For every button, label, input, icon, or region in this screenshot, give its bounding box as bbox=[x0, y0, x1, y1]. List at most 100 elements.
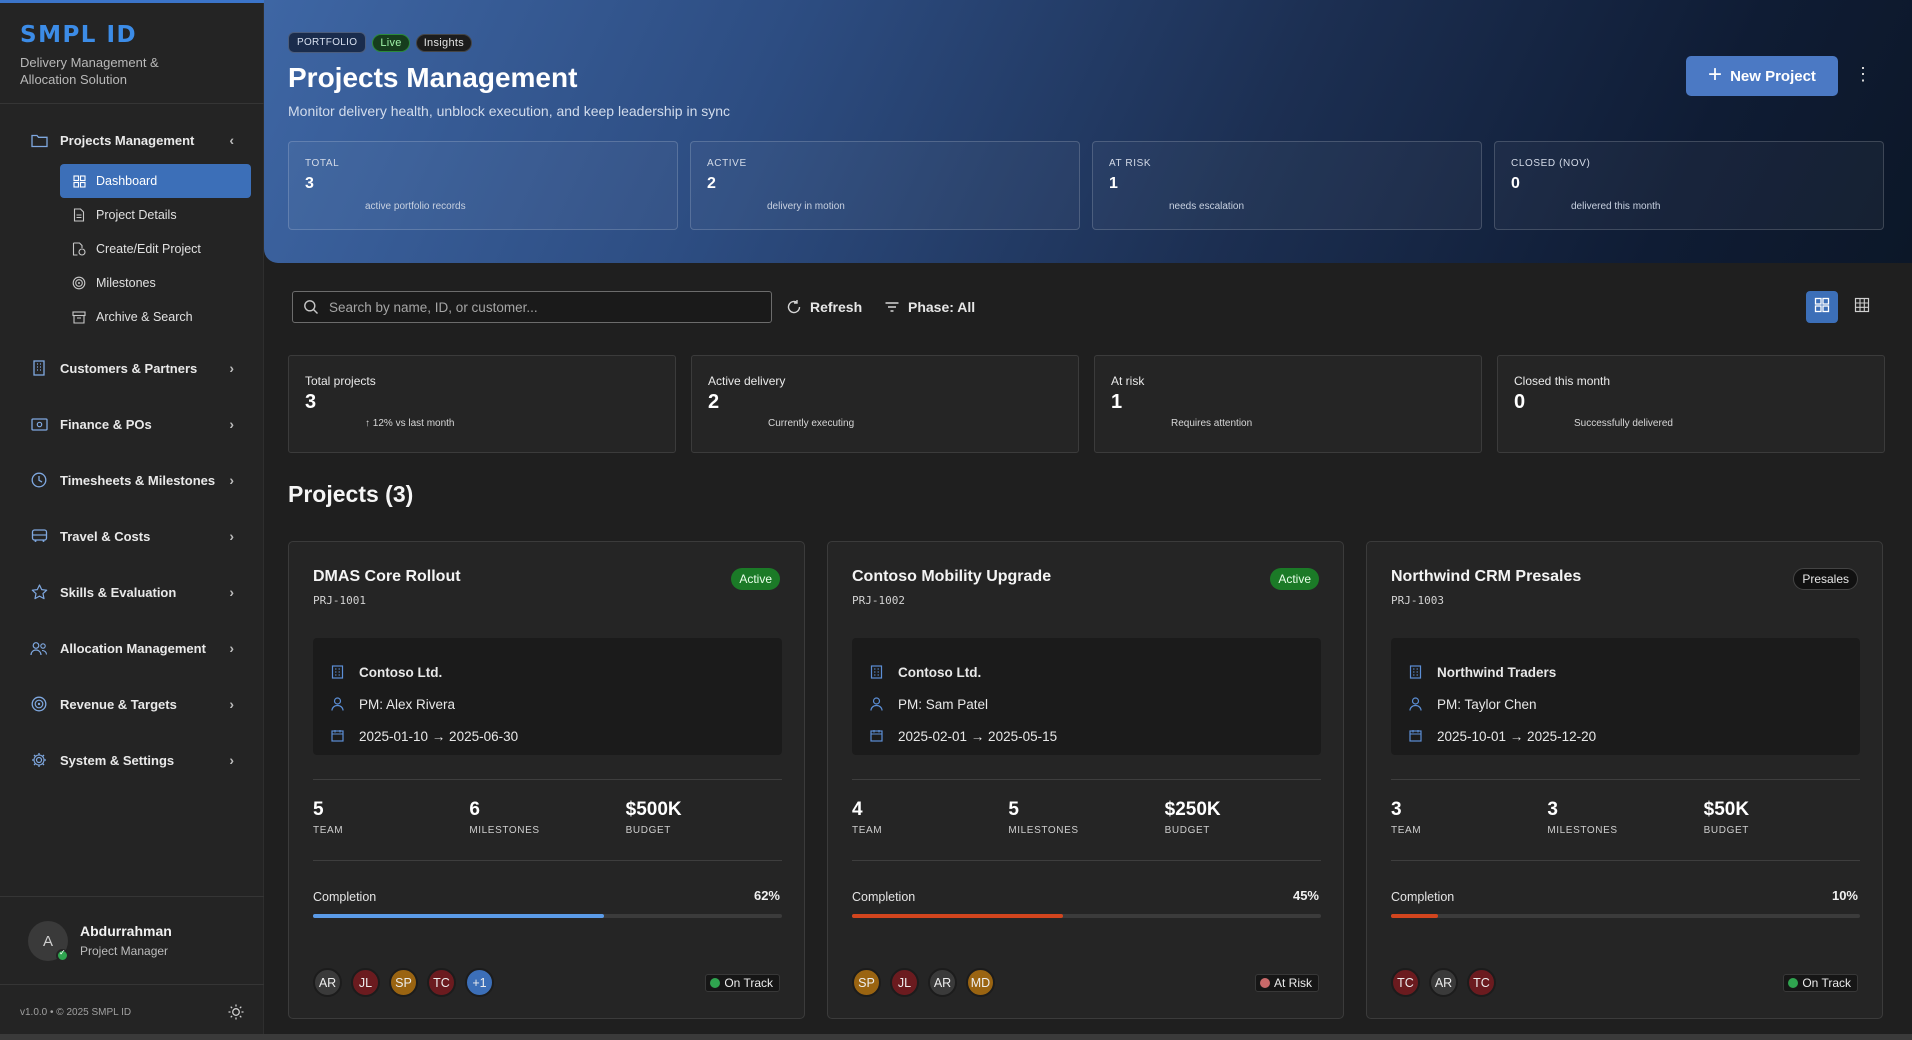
sidebar-item-revenue-targets[interactable]: Revenue & Targets › bbox=[0, 676, 264, 732]
search-box[interactable] bbox=[292, 291, 772, 323]
milestones-stat: 3 MILESTONES bbox=[1547, 799, 1703, 836]
project-stats: 4 TEAM 5 MILESTONES $250K BUDGET bbox=[852, 799, 1321, 836]
sidebar-subitem-project-details[interactable]: Project Details bbox=[60, 198, 251, 232]
team-member-avatar[interactable]: AR bbox=[928, 968, 957, 997]
cash-icon bbox=[30, 415, 48, 433]
sidebar-subitem-archive-search[interactable]: Archive & Search bbox=[60, 300, 251, 334]
team-member-avatar[interactable]: SP bbox=[389, 968, 418, 997]
summary-value: 2 bbox=[708, 391, 720, 413]
customer-row: Contoso Ltd. bbox=[331, 656, 764, 688]
summary-value: 0 bbox=[1514, 391, 1526, 413]
live-chip: Live bbox=[372, 33, 410, 52]
search-icon bbox=[303, 299, 319, 315]
project-manager: PM: Taylor Chen bbox=[1437, 696, 1537, 712]
project-name[interactable]: Contoso Mobility Upgrade bbox=[852, 568, 1051, 586]
milestones-count: 6 bbox=[469, 799, 480, 820]
team-member-avatar[interactable]: TC bbox=[427, 968, 456, 997]
health-label: On Track bbox=[1802, 976, 1851, 990]
team-avatars: AR JL SP TC +1 bbox=[313, 968, 494, 997]
project-manager: PM: Sam Patel bbox=[898, 696, 989, 712]
chevron-right-icon: › bbox=[229, 528, 234, 544]
sidebar-item-system-settings[interactable]: System & Settings › bbox=[0, 732, 264, 788]
person-icon bbox=[331, 697, 345, 711]
project-card[interactable]: Contoso Mobility Upgrade PRJ-1002 Active… bbox=[827, 541, 1344, 1019]
sidebar-item-label: Travel & Costs bbox=[60, 528, 151, 544]
sidebar-item-finance-pos[interactable]: Finance & POs › bbox=[0, 396, 264, 452]
team-count: 4 bbox=[852, 799, 863, 820]
sidebar-subitem-milestones[interactable]: Milestones bbox=[60, 266, 251, 300]
summary-sub: Currently executing bbox=[768, 418, 855, 429]
building-icon bbox=[30, 359, 48, 377]
completion-percent: 62% bbox=[753, 888, 780, 903]
project-card[interactable]: DMAS Core Rollout PRJ-1001 Active Contos… bbox=[288, 541, 805, 1019]
team-member-avatar[interactable]: TC bbox=[1467, 968, 1496, 997]
chevron-right-icon: › bbox=[229, 472, 234, 488]
summary-value: 1 bbox=[1111, 391, 1123, 413]
projects-submenu: Dashboard Project Details Create/Edit Pr… bbox=[0, 164, 264, 334]
sidebar-item-projects-management[interactable]: Projects Management ‹ bbox=[0, 120, 264, 160]
more-options-icon[interactable]: ⋮ bbox=[1854, 64, 1872, 86]
sidebar-item-allocation-management[interactable]: Allocation Management › bbox=[0, 620, 264, 676]
health-label: On Track bbox=[724, 976, 773, 990]
milestones-count: 3 bbox=[1547, 799, 1558, 820]
archive-icon bbox=[72, 310, 86, 324]
summary-sub: Successfully delivered bbox=[1574, 418, 1673, 429]
user-profile[interactable]: A Abdurrahman Project Manager bbox=[0, 896, 264, 984]
team-member-avatar[interactable]: AR bbox=[313, 968, 342, 997]
team-stat: 3 TEAM bbox=[1391, 799, 1547, 836]
budget-label: BUDGET bbox=[625, 825, 671, 836]
divider bbox=[1391, 860, 1860, 861]
status-badge: Active bbox=[731, 568, 780, 590]
brand-title[interactable]: SMPL ID bbox=[20, 22, 180, 48]
team-member-avatar[interactable]: MD bbox=[966, 968, 995, 997]
chevron-right-icon: › bbox=[229, 640, 234, 656]
sidebar-item-timesheets-milestones[interactable]: Timesheets & Milestones › bbox=[0, 452, 264, 508]
calendar-icon bbox=[870, 729, 884, 743]
sidebar-subitem-label: Dashboard bbox=[96, 174, 158, 188]
completion-progress-bar bbox=[1391, 914, 1860, 918]
hero-stat-sub: needs escalation bbox=[1169, 201, 1245, 212]
budget-label: BUDGET bbox=[1164, 825, 1210, 836]
theme-toggle-sun-icon[interactable] bbox=[227, 1003, 245, 1021]
grid-view-toggle[interactable] bbox=[1806, 291, 1838, 323]
customer-name: Contoso Ltd. bbox=[898, 664, 982, 680]
sidebar-subitem-create-edit-project[interactable]: Create/Edit Project bbox=[60, 232, 251, 266]
team-member-avatar[interactable]: SP bbox=[852, 968, 881, 997]
sidebar-subitem-dashboard[interactable]: Dashboard bbox=[60, 164, 251, 198]
user-name: Abdurrahman bbox=[80, 923, 172, 939]
page-subtitle: Monitor delivery health, unblock executi… bbox=[288, 103, 731, 119]
health-dot-icon bbox=[710, 978, 721, 988]
table-view-toggle[interactable] bbox=[1846, 291, 1878, 323]
sidebar-item-travel-costs[interactable]: Travel & Costs › bbox=[0, 508, 264, 564]
project-card[interactable]: Northwind CRM Presales PRJ-1003 Presales… bbox=[1366, 541, 1883, 1019]
refresh-button[interactable]: Refresh bbox=[786, 291, 862, 323]
summary-label: At risk bbox=[1111, 374, 1145, 388]
new-project-button[interactable]: + New Project bbox=[1686, 56, 1838, 96]
status-badge: Active bbox=[1270, 568, 1319, 590]
pm-row: PM: Taylor Chen bbox=[1409, 688, 1842, 720]
team-member-avatar[interactable]: +1 bbox=[465, 968, 494, 997]
phase-filter-button[interactable]: Phase: All bbox=[884, 291, 975, 323]
project-name[interactable]: Northwind CRM Presales bbox=[1391, 568, 1581, 586]
window-bottom-edge bbox=[0, 1034, 1912, 1040]
sidebar-item-label: Projects Management bbox=[60, 132, 195, 148]
team-member-avatar[interactable]: AR bbox=[1429, 968, 1458, 997]
sidebar-item-customers-partners[interactable]: Customers & Partners › bbox=[0, 340, 264, 396]
budget-stat: $250K BUDGET bbox=[1165, 799, 1321, 836]
project-dates: 2025-02-01 → 2025-05-15 bbox=[898, 728, 1058, 744]
search-input[interactable] bbox=[327, 298, 747, 316]
portfolio-chip: PORTFOLIO bbox=[288, 32, 367, 53]
hero-stat-active: ACTIVE 2 delivery in motion bbox=[690, 141, 1080, 230]
sidebar-item-skills-evaluation[interactable]: Skills & Evaluation › bbox=[0, 564, 264, 620]
chevron-left-icon[interactable]: ‹ bbox=[229, 132, 234, 148]
budget-label: BUDGET bbox=[1703, 825, 1749, 836]
milestones-count: 5 bbox=[1008, 799, 1019, 820]
milestones-label: MILESTONES bbox=[1008, 825, 1079, 836]
completion-label: Completion bbox=[313, 890, 377, 904]
project-name[interactable]: DMAS Core Rollout bbox=[313, 568, 461, 586]
team-member-avatar[interactable]: TC bbox=[1391, 968, 1420, 997]
team-member-avatar[interactable]: JL bbox=[351, 968, 380, 997]
divider bbox=[313, 779, 782, 780]
sidebar-item-label: System & Settings bbox=[60, 752, 175, 768]
team-member-avatar[interactable]: JL bbox=[890, 968, 919, 997]
